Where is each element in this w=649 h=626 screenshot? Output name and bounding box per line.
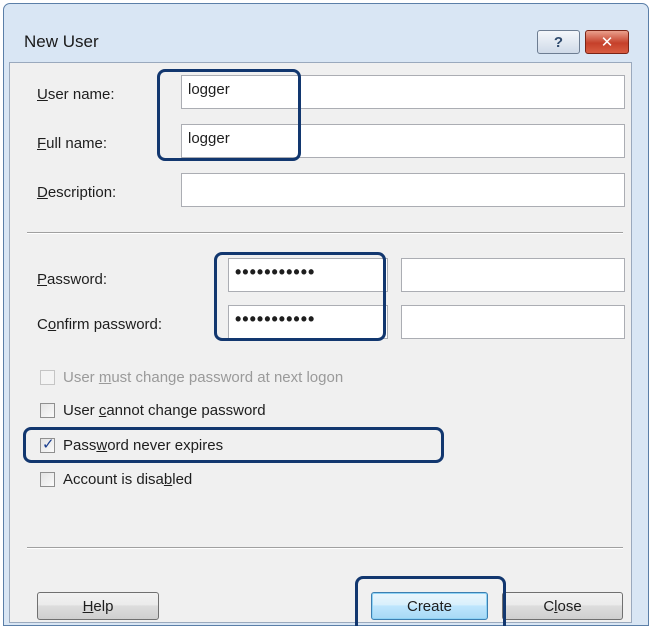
close-icon: ✕ [600, 34, 614, 51]
password-extra-field [401, 258, 625, 292]
confirm-password-extra-field [401, 305, 625, 339]
question-icon: ? [553, 33, 564, 51]
separator-bottom [27, 547, 623, 549]
title-bar: New User ? ✕ [4, 4, 648, 68]
confirm-password-label: Confirm password: [37, 316, 163, 333]
account-disabled-checkbox[interactable] [40, 472, 55, 487]
dialog-title: New User [24, 32, 99, 51]
password-fields-highlight [214, 252, 386, 341]
help-caption-button[interactable]: ? [537, 30, 580, 54]
description-field[interactable] [181, 173, 625, 207]
help-button[interactable]: Help [37, 592, 159, 620]
separator-top [27, 232, 623, 234]
password-label: Password: [37, 271, 108, 288]
cannot-change-password-checkbox[interactable] [40, 403, 55, 418]
create-button-highlight [355, 576, 506, 626]
fullname-label: Full name: [37, 135, 108, 152]
must-change-password-checkbox[interactable] [40, 370, 55, 385]
never-expires-highlight [23, 427, 444, 463]
cannot-change-password-label: User cannot change password [63, 402, 266, 419]
name-fields-highlight [157, 69, 301, 161]
username-label: User name: [37, 86, 115, 103]
description-label: Description: [37, 184, 117, 201]
close-button[interactable]: Cl ose [502, 592, 623, 620]
must-change-password-label: User must change password at next logon [63, 369, 344, 386]
account-disabled-label: Account is disabled [63, 471, 193, 488]
close-caption-button[interactable]: ✕ [585, 30, 629, 54]
